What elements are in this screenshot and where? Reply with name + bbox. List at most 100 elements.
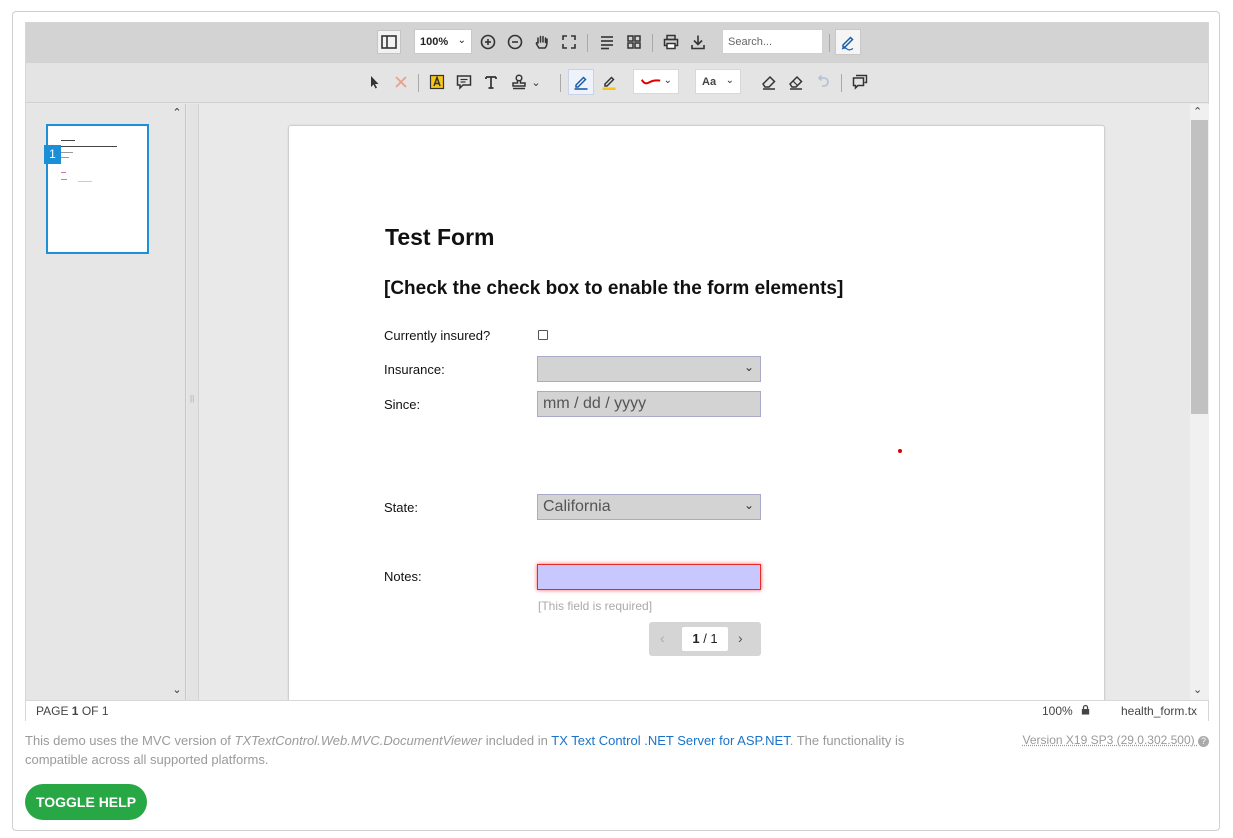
page-navigator: ‹ 1 / 1 › (649, 622, 761, 656)
state-label: State: (384, 500, 418, 515)
grid-icon (627, 35, 641, 49)
ink-stroke-icon (640, 79, 661, 85)
pen-icon (574, 76, 588, 90)
thumbnail-line (61, 172, 66, 173)
scrollbar-thumb[interactable] (1191, 120, 1208, 414)
insured-label: Currently insured? (384, 328, 491, 343)
insured-checkbox[interactable] (538, 330, 548, 340)
page-number-display: 1 / 1 (682, 627, 728, 651)
document-page: Test Form [Check the check box to enable… (288, 125, 1105, 700)
undo-button[interactable] (811, 70, 835, 94)
vertical-scrollbar[interactable]: ⌃ ⌄ (1190, 104, 1209, 700)
close-icon (395, 76, 407, 88)
freehand-pen-button[interactable] (568, 69, 594, 95)
thumbnail-line (61, 157, 69, 158)
toolbar-separator (418, 74, 419, 92)
chevron-up-icon[interactable]: ⌃ (1193, 105, 1202, 118)
highlight-text-button[interactable] (425, 70, 449, 94)
notes-label: Notes: (384, 569, 422, 584)
notes-input[interactable] (537, 564, 761, 590)
chevron-down-icon[interactable]: ⌄ (1193, 683, 1202, 696)
undo-icon (817, 74, 829, 87)
erase-all-button[interactable] (784, 70, 808, 94)
pen-signature-icon (841, 36, 854, 51)
thumbnail-line (61, 140, 75, 141)
pan-button[interactable] (530, 30, 554, 54)
status-bar: PAGE 1 OF 1 100% health_form.tx (26, 700, 1208, 721)
highlighter-icon (602, 76, 616, 90)
grip-icon: || (190, 394, 195, 403)
thumbnails-button[interactable] (622, 30, 646, 54)
zoom-in-button[interactable] (476, 30, 500, 54)
chevron-down-icon: ⌄ (725, 75, 734, 86)
lock-icon (1080, 704, 1091, 718)
product-link[interactable]: TX Text Control .NET Server for ASP.NET (551, 733, 789, 748)
comment-button[interactable] (452, 70, 476, 94)
text-annotation-button[interactable] (479, 70, 503, 94)
ink-dot (898, 449, 902, 453)
thumbnail-line (61, 146, 117, 147)
font-size-select[interactable]: Aa ⌄ (695, 69, 741, 94)
search-input[interactable] (722, 29, 823, 54)
zoom-select[interactable]: 100% ⌄ (414, 29, 472, 54)
toggle-help-button[interactable]: TOGGLE HELP (25, 784, 147, 820)
since-label: Since: (384, 397, 421, 412)
stamp-icon (512, 74, 526, 90)
toolbar-separator (587, 34, 588, 52)
demo-description: This demo uses the MVC version of TXText… (25, 733, 905, 767)
stamp-dropdown-button[interactable]: ⌄ (529, 70, 543, 94)
toggle-sidebar-button[interactable] (377, 30, 401, 54)
comments-panel-button[interactable] (848, 70, 872, 94)
chevron-left-icon[interactable]: ‹ (660, 630, 665, 646)
thumbnail-page-number: 1 (44, 145, 61, 164)
insurance-select[interactable]: ⌄ (537, 356, 761, 382)
chevron-up-icon[interactable]: ⌃ (170, 106, 184, 120)
text-highlight-icon (429, 74, 445, 90)
form-instructions: [Check the check box to enable the form … (384, 278, 844, 299)
zoom-out-button[interactable] (503, 30, 527, 54)
download-button[interactable] (686, 30, 710, 54)
file-name: health_form.tx (1121, 704, 1198, 718)
chevron-down-icon: ⌄ (743, 360, 754, 374)
form-title: Test Form (385, 224, 495, 250)
eraser-button[interactable] (757, 70, 781, 94)
thumbnail-line (78, 181, 92, 182)
main-toolbar: 100% ⌄ (26, 23, 1208, 63)
chevron-down-icon: ⌄ (531, 76, 541, 89)
thumbnail-line (61, 179, 67, 180)
chevron-down-icon[interactable]: ⌄ (170, 683, 184, 697)
stamp-button[interactable] (507, 70, 531, 94)
thumbnail-sidebar: ⌃ 1 ⌄ (26, 104, 186, 700)
insurance-label: Insurance: (384, 362, 445, 377)
toolbar-separator (560, 74, 561, 92)
sidebar-splitter[interactable]: || (187, 104, 199, 700)
version-info[interactable]: Version X19 SP3 (29.0.302.500) ? (1023, 733, 1209, 747)
fit-page-button[interactable] (557, 30, 581, 54)
chevron-down-icon: ⌄ (743, 498, 754, 512)
state-select[interactable]: California ⌄ (537, 494, 761, 520)
document-area: Test Form [Check the check box to enable… (200, 104, 1190, 700)
chevron-down-icon: ⌄ (663, 75, 672, 86)
delete-annotation-button[interactable] (389, 70, 413, 94)
annotation-toolbar: ⌄ ⌄ Aa ⌄ (26, 63, 1208, 103)
toolbar-separator (829, 34, 830, 52)
toolbar-separator (652, 34, 653, 52)
comment-icon (456, 75, 472, 90)
eraser-icon (762, 75, 776, 90)
comments-icon (852, 74, 868, 90)
zoom-indicator: 100% (1042, 704, 1073, 718)
select-tool-button[interactable] (362, 70, 386, 94)
zoom-out-icon (507, 34, 523, 50)
print-button[interactable] (659, 30, 683, 54)
since-date-input[interactable]: mm / dd / yyyy (537, 391, 761, 417)
chevron-right-icon[interactable]: › (738, 630, 743, 646)
toolbar-separator (841, 74, 842, 92)
text-selection-button[interactable] (595, 30, 619, 54)
signature-button[interactable] (835, 29, 861, 55)
document-viewer: 100% ⌄ Search... ⌄ ⌄ Aa ⌄ ⌃ 1 ⌄ || Test … (25, 22, 1209, 721)
page-thumbnail[interactable] (46, 124, 149, 254)
printer-icon (663, 34, 679, 50)
highlighter-button[interactable] (597, 70, 621, 94)
line-color-select[interactable]: ⌄ (633, 69, 679, 94)
page-indicator: PAGE 1 OF 1 (36, 704, 109, 718)
